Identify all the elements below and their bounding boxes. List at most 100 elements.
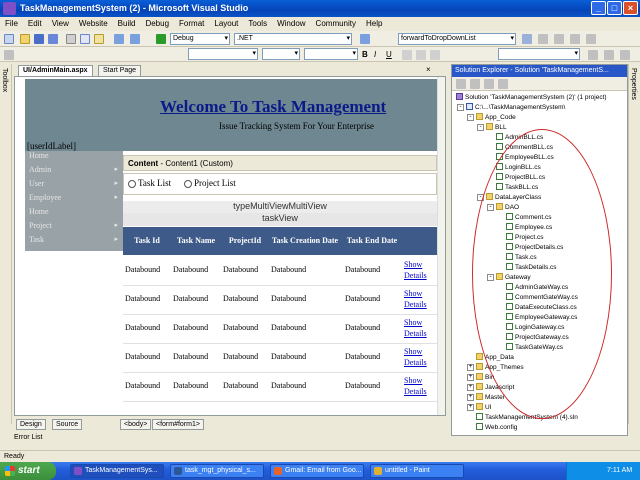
- designer-surface[interactable]: Welcome To Task Management Issue Trackin…: [14, 76, 446, 416]
- tree-node[interactable]: Bin: [476, 373, 494, 383]
- toolbox-icon[interactable]: [586, 34, 596, 44]
- menu-help[interactable]: Help: [361, 17, 387, 28]
- target-schema-dropdown[interactable]: [498, 48, 580, 60]
- menu-format[interactable]: Format: [174, 17, 209, 28]
- find-icon[interactable]: [360, 34, 370, 44]
- menu-community[interactable]: Community: [311, 17, 361, 28]
- expand-icon[interactable]: +: [467, 404, 474, 411]
- bold-icon[interactable]: B: [362, 50, 372, 60]
- tag-body[interactable]: <body>: [120, 419, 152, 430]
- tree-node[interactable]: Solution 'TaskManagementSystem (2)' (1 p…: [456, 93, 607, 103]
- project-list-radio[interactable]: [184, 180, 192, 188]
- expand-icon[interactable]: +: [467, 374, 474, 381]
- tree-node[interactable]: DAO: [496, 203, 519, 213]
- solution-explorer-icon[interactable]: [538, 34, 548, 44]
- collapse-icon[interactable]: -: [487, 274, 494, 281]
- nav-project[interactable]: Project ▸: [27, 221, 121, 235]
- collapse-icon[interactable]: -: [457, 104, 464, 111]
- tree-node[interactable]: ProjectGateway.cs: [506, 333, 569, 343]
- collapse-icon[interactable]: -: [477, 124, 484, 131]
- multiview-label[interactable]: typeMultiViewMultiView: [123, 201, 437, 213]
- view-label[interactable]: taskView: [123, 213, 437, 226]
- tree-node[interactable]: DataExecuteClass.cs: [506, 303, 577, 313]
- tree-node[interactable]: TaskGateWay.cs: [506, 343, 563, 353]
- tree-node[interactable]: Gateway: [496, 273, 531, 283]
- taskbar-item[interactable]: TaskManagementSys...: [70, 464, 164, 478]
- col-project-id[interactable]: ProjectId: [221, 227, 269, 255]
- tree-node[interactable]: EmployeeGateway.cs: [506, 313, 577, 323]
- menu-edit[interactable]: Edit: [23, 17, 47, 28]
- cut-icon[interactable]: [66, 34, 76, 44]
- new-project-icon[interactable]: [4, 34, 14, 44]
- tree-node[interactable]: Project.cs: [506, 233, 544, 243]
- error-list-tab[interactable]: Error List: [14, 432, 74, 444]
- col-task-end-date[interactable]: Task End Date: [341, 227, 403, 255]
- show-details-link[interactable]: Show Details: [404, 375, 437, 397]
- tree-node[interactable]: AdminBLL.cs: [496, 133, 543, 143]
- open-icon[interactable]: [20, 34, 30, 44]
- view-code-icon[interactable]: [498, 79, 508, 89]
- align-center-icon[interactable]: [416, 50, 426, 60]
- tree-node[interactable]: UI: [476, 403, 492, 413]
- undo-icon[interactable]: [114, 34, 124, 44]
- find-in-files-icon[interactable]: [522, 34, 532, 44]
- nav-task[interactable]: Task ▸: [27, 235, 121, 249]
- expand-icon[interactable]: +: [467, 364, 474, 371]
- close-button[interactable]: ×: [623, 1, 638, 15]
- tree-node[interactable]: AdminGateWay.cs: [506, 283, 568, 293]
- find-combo[interactable]: forwardToDropDownList: [398, 33, 516, 45]
- font-size-dropdown[interactable]: [262, 48, 300, 60]
- tree-node[interactable]: Web.config: [476, 423, 517, 433]
- vertical-scrollbar[interactable]: [437, 77, 445, 415]
- tree-node[interactable]: Comment.cs: [506, 213, 551, 223]
- tree-node[interactable]: ProjectBLL.cs: [496, 173, 545, 183]
- taskbar-item[interactable]: Gmail: Email from Goo...: [270, 464, 364, 478]
- collapse-icon[interactable]: -: [467, 114, 474, 121]
- platform-dropdown[interactable]: .NET: [234, 33, 352, 45]
- refresh-icon[interactable]: [470, 79, 480, 89]
- tree-node[interactable]: DataLayerClass: [486, 193, 541, 203]
- nav-user[interactable]: User ▸: [27, 179, 121, 193]
- paste-icon[interactable]: [94, 34, 104, 44]
- align-left-icon[interactable]: [402, 50, 412, 60]
- tree-node[interactable]: TaskDetails.cs: [506, 263, 557, 273]
- nest-files-icon[interactable]: [484, 79, 494, 89]
- save-all-icon[interactable]: [48, 34, 58, 44]
- tab-start-page[interactable]: Start Page: [98, 65, 142, 76]
- show-details-link[interactable]: Show Details: [404, 288, 437, 310]
- taskbar-item[interactable]: untitled - Paint: [370, 464, 464, 478]
- tree-node[interactable]: App_Data: [476, 353, 514, 363]
- tab-adminmain[interactable]: UI/AdminMain.aspx: [18, 65, 93, 76]
- tree-node[interactable]: App_Themes: [476, 363, 524, 373]
- minimize-button[interactable]: _: [591, 1, 606, 15]
- tree-node[interactable]: CommentBLL.cs: [496, 143, 553, 153]
- project-list-label[interactable]: Project List: [194, 178, 236, 188]
- font-name-dropdown[interactable]: [188, 48, 258, 60]
- tag-form[interactable]: <form#form1>: [152, 419, 204, 430]
- nav-employee[interactable]: Employee ▸: [27, 193, 121, 207]
- tree-node[interactable]: LoginBLL.cs: [496, 163, 541, 173]
- show-details-link[interactable]: Show Details: [404, 317, 437, 339]
- menu-file[interactable]: File: [0, 17, 23, 28]
- italic-icon[interactable]: I: [374, 50, 384, 60]
- col-task-id[interactable]: Task Id: [123, 227, 171, 255]
- tree-node[interactable]: TaskManagementSystem (4).sln: [476, 413, 578, 423]
- tree-node[interactable]: CommentGateWay.cs: [506, 293, 578, 303]
- menu-tools[interactable]: Tools: [243, 17, 272, 28]
- underline-icon[interactable]: U: [386, 50, 396, 60]
- toolbox-strip[interactable]: Toolbox: [0, 64, 12, 424]
- tree-node[interactable]: EmployeeBLL.cs: [496, 153, 554, 163]
- collapse-icon[interactable]: -: [477, 194, 484, 201]
- tree-node[interactable]: Javascript: [476, 383, 514, 393]
- tree-node[interactable]: Employee.cs: [506, 223, 552, 233]
- menu-layout[interactable]: Layout: [209, 17, 243, 28]
- source-view-button[interactable]: Source: [52, 419, 83, 430]
- redo-icon[interactable]: [130, 34, 140, 44]
- tree-node[interactable]: Task.cs: [506, 253, 537, 263]
- properties-strip[interactable]: Properties: [628, 64, 640, 424]
- configuration-dropdown[interactable]: Debug: [170, 33, 230, 45]
- properties-window-icon[interactable]: [554, 34, 564, 44]
- object-browser-icon[interactable]: [570, 34, 580, 44]
- taskbar-item[interactable]: task_mgt_physical_s...: [170, 464, 264, 478]
- task-list-radio[interactable]: [128, 180, 136, 188]
